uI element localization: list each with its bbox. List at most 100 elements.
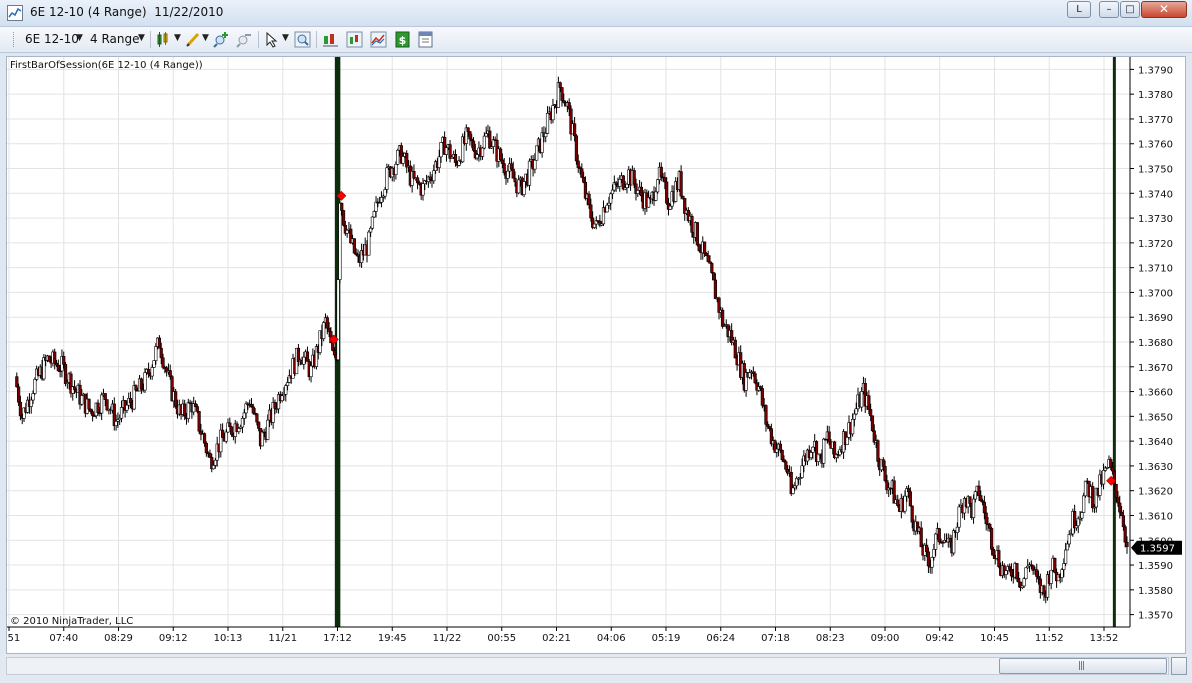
candle-down — [168, 370, 172, 377]
candle-down — [702, 241, 707, 254]
indicator-label: FirstBarOfSession(6E 12-10 (4 Range)) — [10, 60, 203, 71]
svg-text:$: $ — [399, 34, 407, 47]
candle-up — [437, 156, 441, 168]
candle-up — [242, 412, 246, 419]
candle-down — [1035, 569, 1039, 577]
candle-down — [1015, 563, 1019, 579]
x-tick-label: 09:12 — [159, 633, 188, 644]
zoom-out-icon[interactable] — [236, 31, 253, 48]
magnify-icon[interactable] — [294, 31, 311, 48]
candle-down — [488, 130, 492, 149]
price-chart[interactable]: 1.3790 1.3780 1.3770 1.3760 1.3750 1.3740 1.37… — [7, 57, 1185, 653]
candle-up — [379, 197, 384, 203]
properties-icon[interactable] — [417, 31, 434, 48]
x-tick-label: 11:52 — [1035, 633, 1064, 644]
link-button[interactable]: L — [1067, 1, 1091, 18]
candle-up — [1064, 549, 1068, 564]
market-analyzer-icon[interactable]: $ — [394, 31, 411, 48]
candle-down — [47, 355, 51, 362]
candle-down — [228, 422, 232, 428]
chevron-down-icon[interactable]: ▼ — [174, 33, 181, 43]
indicators-icon[interactable] — [346, 31, 363, 48]
candle-down — [183, 403, 187, 417]
chart-app-icon — [7, 5, 23, 21]
candle-up — [822, 438, 826, 464]
strategies-icon[interactable] — [370, 31, 387, 48]
horizontal-scrollbar[interactable] — [6, 657, 1169, 675]
x-tick-label: 17:12 — [323, 633, 352, 644]
candle-down — [1042, 585, 1046, 595]
candle-down — [764, 405, 768, 425]
scrollbar-grip-icon: ||| — [1078, 661, 1085, 671]
candle-up — [535, 145, 539, 161]
candle-down — [91, 411, 95, 416]
candle-up — [280, 395, 284, 401]
candle-down — [991, 549, 996, 556]
candle-up — [517, 179, 521, 194]
window-title: 6E 12-10 (4 Range) 11/22/2010 — [30, 5, 224, 19]
candle-down — [1110, 466, 1115, 472]
candle-down — [713, 279, 718, 299]
candle-up — [775, 448, 779, 453]
chevron-down-icon[interactable]: ▼ — [76, 33, 83, 43]
bar-style-icon[interactable] — [322, 31, 339, 48]
candle-up — [1082, 495, 1086, 513]
pointer-icon[interactable] — [264, 31, 281, 48]
draw-pencil-icon[interactable] — [185, 31, 202, 48]
candle-down — [876, 440, 880, 462]
interval-selector[interactable]: 4 Range — [90, 32, 139, 46]
candle-up — [971, 498, 976, 518]
chevron-down-icon[interactable]: ▼ — [202, 33, 209, 43]
zoom-in-icon[interactable] — [213, 31, 230, 48]
candle-down — [103, 393, 107, 400]
instrument-selector[interactable]: 6E 12-10 — [25, 32, 79, 46]
candle-up — [636, 190, 640, 194]
candle-down — [1118, 502, 1122, 513]
y-tick-label: 1.3710 — [1138, 264, 1173, 275]
toolbar-separator — [258, 31, 259, 48]
chart-style-icon[interactable] — [156, 31, 173, 48]
candle-down — [128, 398, 133, 404]
y-tick-label: 1.3620 — [1138, 487, 1173, 498]
minimize-button[interactable]: – — [1099, 1, 1119, 18]
candle-up — [33, 379, 37, 394]
candle-down — [926, 551, 931, 567]
candle-up — [955, 526, 959, 533]
candle-down — [159, 347, 163, 359]
candle-down — [784, 461, 788, 470]
candle-down — [249, 404, 254, 408]
toolbar-grip[interactable] — [13, 32, 16, 47]
candle-down — [471, 140, 476, 151]
candle-down — [984, 512, 988, 525]
maximize-button[interactable]: □ — [1120, 1, 1140, 18]
candle-up — [439, 142, 443, 158]
scrollbar-end-button[interactable] — [1171, 657, 1187, 675]
candle-down — [919, 527, 923, 548]
candle-down — [573, 123, 577, 137]
candle-down — [1036, 576, 1041, 580]
candle-down — [778, 443, 783, 451]
candle-down — [582, 177, 586, 183]
x-tick-label: 10:13 — [214, 633, 243, 644]
x-tick-label: 11/21 — [268, 633, 297, 644]
candle-down — [706, 255, 710, 262]
chevron-down-icon[interactable]: ▼ — [138, 33, 145, 43]
candle-up — [1024, 567, 1028, 579]
candle-down — [56, 364, 60, 372]
candle-up — [973, 491, 977, 500]
y-tick-label: 1.3610 — [1138, 511, 1173, 522]
candle-up — [668, 205, 672, 210]
candle-down — [134, 385, 138, 391]
candle-up — [1080, 512, 1084, 519]
close-button[interactable]: ✕ — [1141, 1, 1187, 18]
candle-up — [266, 419, 270, 440]
x-tick-label: 08:29 — [104, 633, 133, 644]
candle-down — [511, 168, 515, 179]
chevron-down-icon[interactable]: ▼ — [282, 33, 289, 43]
candle-down — [760, 388, 764, 406]
candle-down — [257, 421, 261, 429]
x-tick-label: 02:21 — [542, 633, 571, 644]
chart-panel[interactable]: 1.3790 1.3780 1.3770 1.3760 1.3750 1.3740 1.37… — [6, 56, 1186, 654]
y-tick-label: 1.3590 — [1138, 561, 1173, 572]
candle-down — [574, 135, 579, 162]
